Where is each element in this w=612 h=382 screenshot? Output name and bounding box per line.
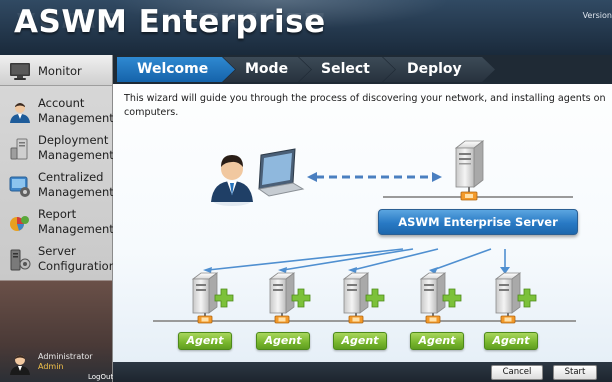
sidebar-item-monitor[interactable]: Monitor [0,55,112,86]
agent-label: Agent [484,332,538,350]
user-role: Admin [38,362,64,371]
agent-computer-icon [191,272,234,324]
agent-computer-icon [268,272,311,324]
server-config-icon [10,249,31,271]
wizard-panel: Welcome Mode Select Deploy This wizard w… [113,55,612,382]
centralized-icon [9,176,30,197]
sidebar-item-label: Deployment Management [38,133,114,163]
app-header: ASWM Enterprise ASWM Enterprise Version [0,0,612,55]
current-user-panel: Administrator Admin LogOut [0,347,113,382]
user-icon [10,103,30,123]
agent-label: Agent [256,332,310,350]
sidebar-item-label-line2: Management [38,222,114,236]
agent-computer-icon [419,272,462,324]
sidebar-item-label: Account Management [38,96,114,126]
sidebar-item-label-line1: Account [38,96,85,110]
sidebar-item-label-line2: Management [38,185,114,199]
user-name: Administrator [38,352,93,361]
agent-label: Agent [333,332,387,350]
agent-computer-icon [494,272,537,324]
app-title: ASWM Enterprise [14,4,326,40]
distribution-lines [203,248,510,274]
laptop-icon [257,148,305,197]
sidebar-item-deployment-management[interactable]: Deployment Management [0,130,114,166]
sidebar-item-label-line2: Management [38,111,114,125]
sidebar-item-label: Server Configuration [38,244,116,274]
agent-label: Agent [178,332,232,350]
sidebar-item-label: Monitor [38,64,82,78]
agent-label: Agent [410,332,464,350]
report-icon [10,216,29,231]
enterprise-server-label: ASWM Enterprise Server [378,209,578,235]
sidebar-item-label-line2: Management [38,148,114,162]
sidebar: Monitor Account Management Deployment Ma… [0,55,116,382]
deployment-icon [10,138,28,160]
sidebar-item-label-line1: Deployment [38,133,109,147]
enterprise-server-icon [454,140,485,201]
avatar [10,355,30,375]
cancel-button[interactable]: Cancel [491,365,543,380]
sidebar-item-report-management[interactable]: Report Management [0,204,114,240]
wizard-footer: Cancel Start [113,362,612,382]
sidebar-item-label-line1: Server [38,244,76,258]
logout-link[interactable]: LogOut [88,373,113,381]
sidebar-item-label: Report Management [38,207,114,237]
sidebar-item-server-configuration[interactable]: Server Configuration [0,241,116,277]
agent-computer-icon [342,272,385,324]
connection-arrow [307,172,442,182]
sidebar-item-label: Centralized Management [38,170,114,200]
monitor-icon [10,63,30,80]
sidebar-item-label-line1: Centralized [38,170,104,184]
app-window: ASWM Enterprise ASWM Enterprise Version … [0,0,612,382]
sidebar-item-account-management[interactable]: Account Management [0,93,114,129]
version-label: Version [582,11,612,20]
sidebar-item-label-line1: Report [38,207,77,221]
start-button[interactable]: Start [553,365,597,380]
sidebar-item-centralized-management[interactable]: Centralized Management [0,167,114,203]
administrator-person-icon [211,155,253,206]
sidebar-item-label-line2: Configuration [38,259,116,273]
